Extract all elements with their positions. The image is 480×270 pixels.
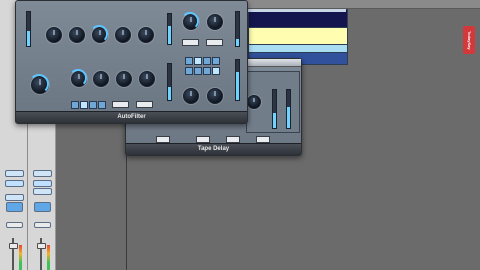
value-field[interactable] [136,101,153,108]
value-field[interactable] [256,136,270,143]
mode-button[interactable] [194,57,202,65]
send-slot[interactable] [5,194,24,201]
volume-fader[interactable] [37,243,46,249]
plugin-title: AutoFilter [16,111,247,123]
lfo-offset-knob[interactable] [116,71,132,87]
side-badge: TodaySay [463,26,475,54]
insert-slot[interactable] [5,180,24,187]
wave-button[interactable] [80,101,88,109]
region-yellow[interactable] [248,27,348,45]
decay-arc [90,25,108,43]
distortion-knob[interactable] [139,71,155,87]
wave-button[interactable] [89,101,97,109]
region-header-strip [248,9,346,12]
insert-slot[interactable] [33,180,52,187]
insert-slot[interactable] [33,170,52,177]
value-field[interactable] [196,136,210,143]
value-field[interactable] [226,136,240,143]
release-knob[interactable] [138,27,154,43]
lfo-rate-arc [29,74,49,94]
group-slot[interactable] [6,222,23,228]
cutoff-arc [181,12,199,30]
slope-button[interactable] [203,67,211,75]
wave-button[interactable] [98,101,106,109]
volume-slider[interactable] [235,59,240,101]
lfo-phase-arc [69,69,87,87]
dry-slider[interactable] [272,89,277,129]
mix-knob[interactable] [207,88,223,104]
resonance-knob[interactable] [207,14,223,30]
lfo-decay-knob[interactable] [93,71,109,87]
wave-button[interactable] [71,101,79,109]
value-field[interactable] [156,136,170,143]
volume-fader[interactable] [9,243,18,249]
plugin-title: Tape Delay [126,143,301,155]
slope-button[interactable] [194,67,202,75]
slope-button[interactable] [212,67,220,75]
autofilter-window: AutoFilter [15,0,248,124]
value-field[interactable] [206,39,223,46]
fatness-slider[interactable] [235,11,240,47]
threshold-knob[interactable] [46,27,62,43]
output-slider[interactable] [167,63,172,101]
wet-slider[interactable] [286,89,291,129]
slope-button[interactable] [185,67,193,75]
value-field[interactable] [112,101,129,108]
mode-button[interactable] [212,57,220,65]
env-depth-slider[interactable] [167,13,172,45]
level-meter [19,245,22,270]
env-level-slider[interactable] [26,11,31,47]
output-slot[interactable] [6,202,23,212]
drive-knob[interactable] [183,88,199,104]
output-slot[interactable] [34,202,51,212]
attack-knob[interactable] [69,27,85,43]
send-slot[interactable] [33,188,52,195]
value-field[interactable] [182,39,199,46]
mode-button[interactable] [185,57,193,65]
sustain-knob[interactable] [115,27,131,43]
group-slot[interactable] [34,222,51,228]
level-meter [47,245,50,270]
feedback-knob[interactable] [247,95,261,109]
insert-slot[interactable] [5,170,24,177]
mode-button[interactable] [203,57,211,65]
